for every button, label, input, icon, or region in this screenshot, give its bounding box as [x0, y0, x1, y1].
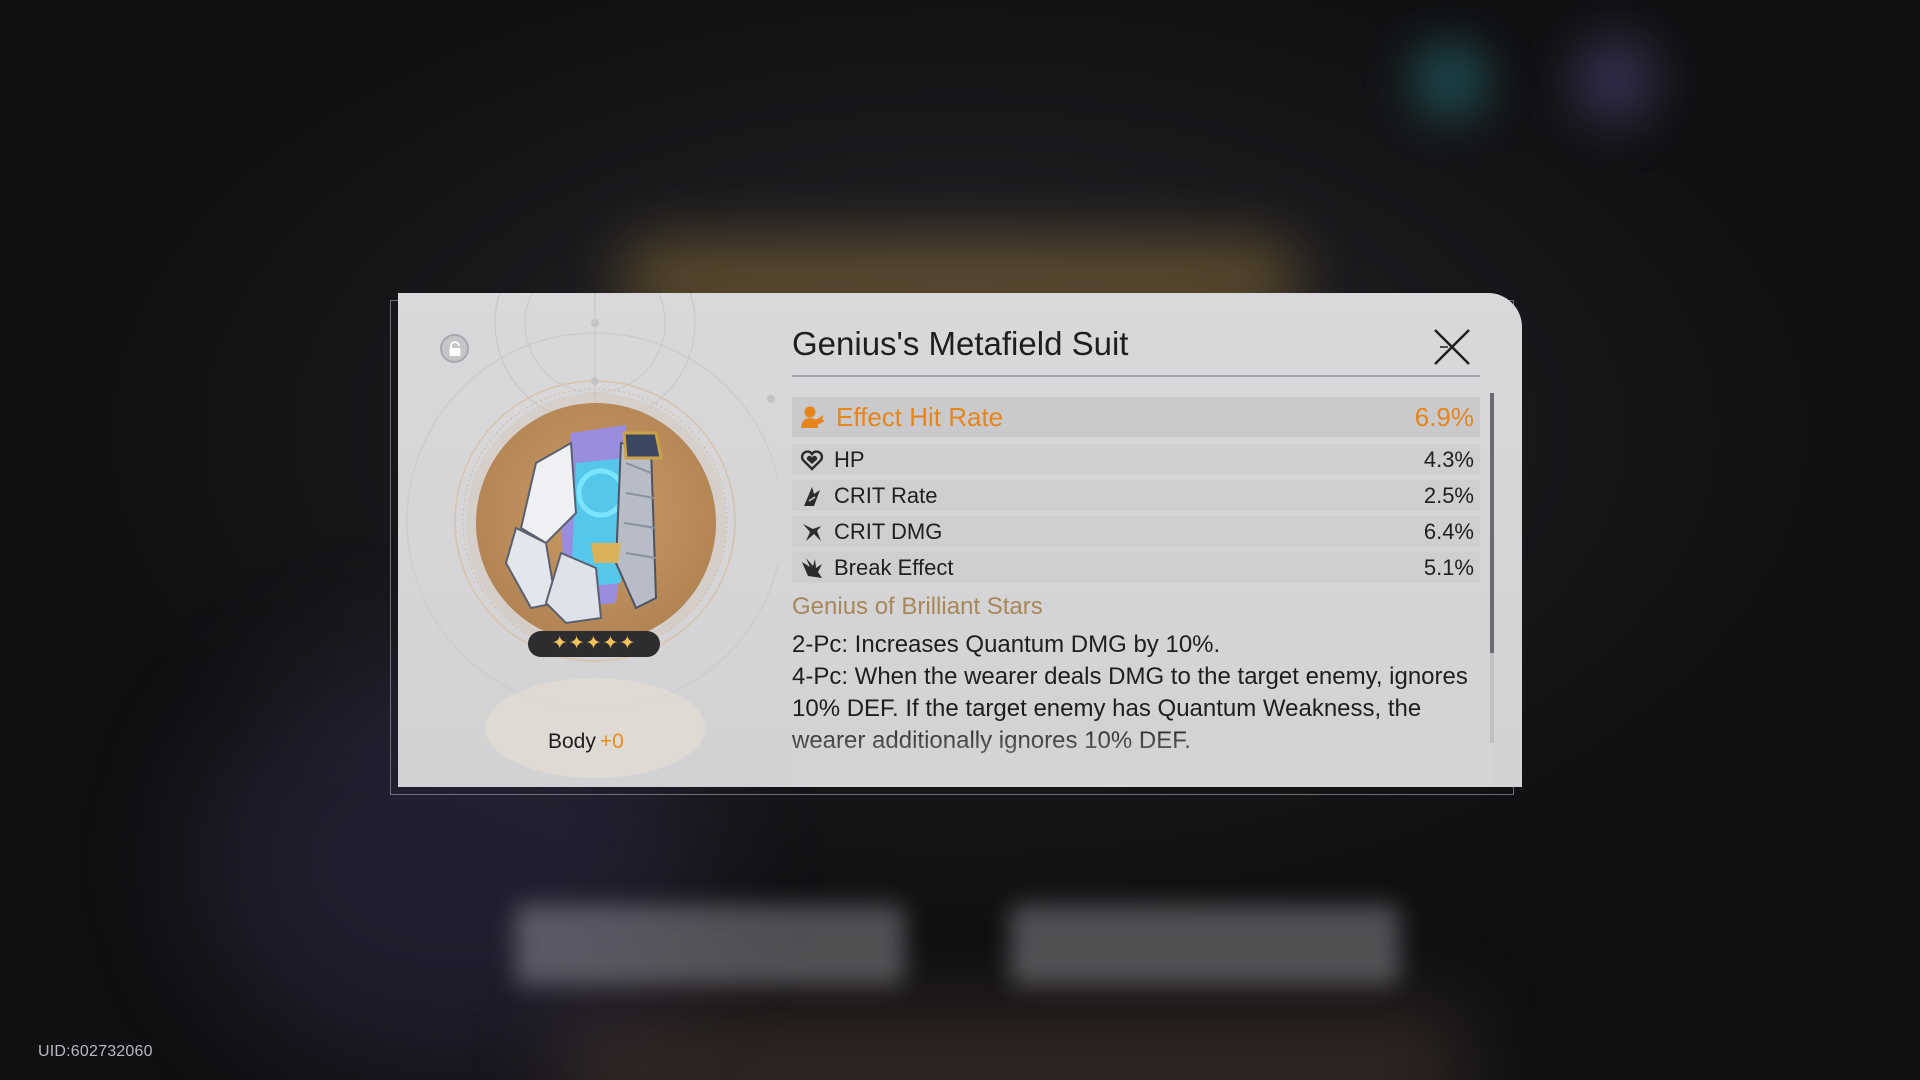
text-fade [792, 723, 1492, 787]
sub-stat-row: HP 4.3% [792, 444, 1480, 475]
relic-info-panel: Genius's Metafield Suit Effect Hit Rate … [792, 293, 1512, 787]
body-suit-icon [504, 425, 663, 625]
scrollbar[interactable] [1490, 393, 1494, 743]
hp-heart-icon [800, 449, 824, 471]
relic-detail-dialog: ✦✦✦✦✦ Body +0 Genius's Metafield Suit Eff… [398, 293, 1522, 787]
sub-stat-value: 2.5% [1423, 482, 1474, 508]
relic-slot: Body [548, 730, 596, 753]
sub-stat-label: CRIT DMG [834, 518, 943, 544]
title-divider [792, 375, 1480, 377]
sub-stat-label: HP [834, 446, 865, 472]
scroll-thumb[interactable] [1490, 393, 1494, 653]
main-stat-value: 6.9% [1414, 401, 1474, 432]
close-button[interactable] [1432, 327, 1472, 367]
lock-toggle[interactable] [440, 334, 469, 363]
lock-icon [449, 340, 460, 356]
sub-stat-value: 6.4% [1423, 518, 1474, 544]
effect-hit-rate-icon [801, 406, 825, 428]
rarity-stars: ✦✦✦✦✦ [528, 631, 660, 657]
uid-label: UID:602732060 [38, 1043, 153, 1060]
sub-stat-label: CRIT Rate [834, 482, 938, 508]
sub-stat-row: Break Effect 5.1% [792, 552, 1480, 583]
sub-stat-value: 4.3% [1423, 446, 1474, 472]
relic-name: Genius's Metafield Suit [792, 325, 1129, 362]
close-icon [1434, 329, 1470, 365]
relic-level: +0 [599, 730, 624, 753]
blurred-button-left [515, 905, 905, 985]
main-stat-row: Effect Hit Rate 6.9% [792, 397, 1480, 437]
crit-dmg-icon [803, 523, 821, 541]
sub-stat-label: Break Effect [834, 554, 954, 580]
relic-set-name: Genius of Brilliant Stars [792, 593, 1043, 620]
relic-slot-level: Body +0 [548, 730, 624, 754]
break-effect-icon [802, 557, 822, 578]
main-stat-label: Effect Hit Rate [836, 401, 1004, 432]
sub-stat-row: CRIT Rate 2.5% [792, 480, 1480, 511]
sub-stat-row: CRIT DMG 6.4% [792, 516, 1480, 547]
sub-stats-list: HP 4.3% CRIT Rate 2.5% CRIT DMG 6.4% Bre… [792, 444, 1480, 588]
crit-rate-icon [804, 486, 820, 506]
set-bonus-2pc: 2-Pc: Increases Quantum DMG by 10%. [792, 631, 1221, 658]
sub-stat-value: 5.1% [1423, 554, 1474, 580]
relic-image [476, 403, 716, 643]
blurred-button-right [1010, 905, 1400, 985]
